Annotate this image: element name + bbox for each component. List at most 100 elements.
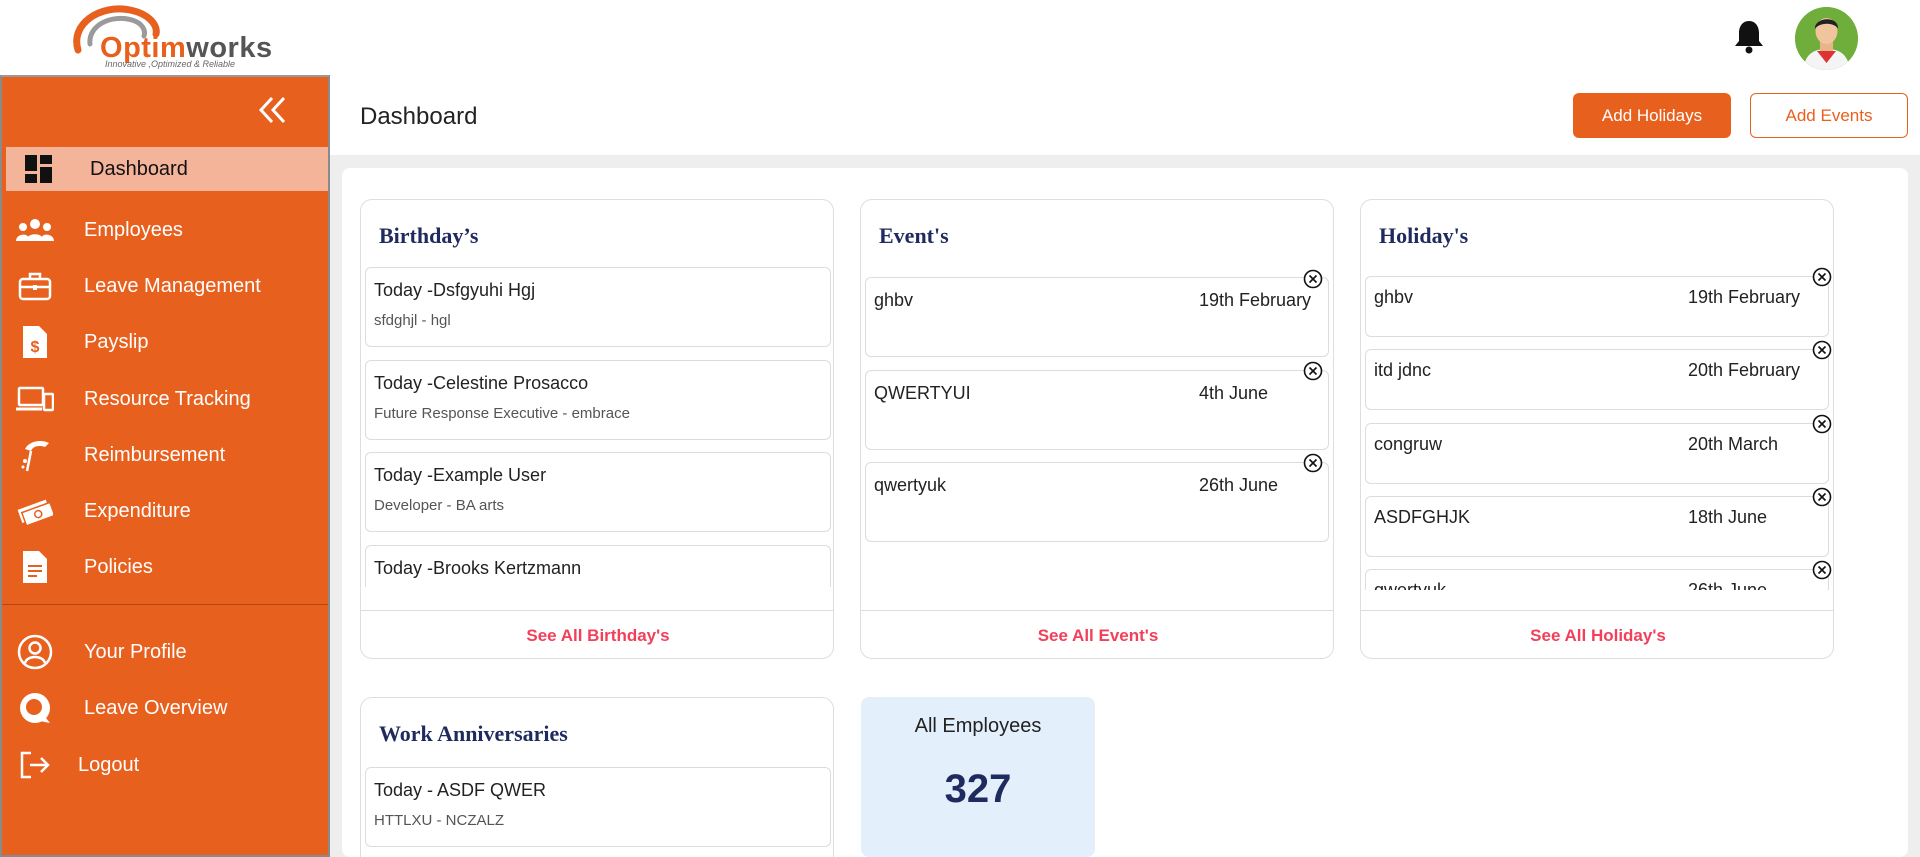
- briefcase-icon: [16, 268, 54, 304]
- birthday-detail: sfdghjl - hgl: [374, 312, 451, 329]
- sidebar-item-leave-management[interactable]: Leave Management: [2, 264, 328, 308]
- sidebar-item-label: Your Profile: [84, 640, 187, 663]
- sidebar-item-label: Expenditure: [84, 499, 191, 522]
- event-name: ghbv: [874, 290, 914, 310]
- sidebar-item-label: Resource Tracking: [84, 387, 251, 410]
- svg-text:$: $: [31, 339, 40, 356]
- add-holidays-button[interactable]: Add Holidays: [1573, 93, 1731, 138]
- anniversary-detail: HTTLXU - NCZALZ: [374, 812, 505, 829]
- list-item[interactable]: congruw 20th March: [1365, 423, 1829, 484]
- user-avatar[interactable]: [1795, 7, 1858, 70]
- holiday-name: qwertyuk: [1374, 580, 1447, 590]
- close-icon[interactable]: [1303, 361, 1323, 381]
- sidebar-item-payslip[interactable]: $ Payslip: [2, 320, 328, 364]
- sidebar-item-leave-overview[interactable]: Leave Overview: [2, 686, 328, 730]
- sidebar-item-policies[interactable]: Policies: [2, 545, 328, 589]
- all-employees-stat[interactable]: All Employees 327: [861, 697, 1095, 857]
- birthdays-footer: See All Birthday's: [361, 610, 833, 658]
- sidebar-item-employees[interactable]: Employees: [2, 208, 328, 252]
- sidebar-item-label: Payslip: [84, 330, 149, 353]
- brand-logo[interactable]: Optimworks Innovative ,Optimized & Relia…: [70, 4, 285, 70]
- list-item[interactable]: Today -Celestine Prosacco Future Respons…: [365, 360, 831, 440]
- see-all-birthdays-link[interactable]: See All Birthday's: [526, 626, 669, 646]
- close-icon[interactable]: [1303, 453, 1323, 473]
- list-item[interactable]: Today - ASDF QWER HTTLXU - NCZALZ: [365, 767, 831, 847]
- work-anniversaries-card: Work Anniversaries Today - ASDF QWER HTT…: [360, 697, 834, 857]
- event-date: 4th June: [1199, 383, 1269, 403]
- sidebar-item-label: Leave Overview: [84, 696, 228, 719]
- holidays-list[interactable]: ghbv 19th February itd jdnc 20th Februar…: [1365, 276, 1831, 590]
- events-card: Event's ghbv 19th February QWERTYUI 4th …: [860, 199, 1334, 659]
- event-date: 26th June: [1199, 475, 1279, 495]
- anniversaries-list[interactable]: Today - ASDF QWER HTTLXU - NCZALZ: [365, 767, 831, 857]
- birthday-name: Today -Example User: [374, 465, 547, 485]
- sidebar-item-reimbursement[interactable]: Reimbursement: [2, 433, 328, 477]
- payslip-icon: $: [16, 324, 54, 360]
- holidays-card: Holiday's ghbv 19th February itd jdnc 20…: [1360, 199, 1834, 659]
- birthday-detail: Developer - BA arts: [374, 497, 505, 514]
- holiday-date: 26th June: [1688, 580, 1768, 590]
- holiday-date: 18th June: [1688, 507, 1768, 527]
- sidebar-item-logout[interactable]: Logout: [2, 743, 328, 787]
- add-events-button[interactable]: Add Events: [1750, 93, 1908, 138]
- sidebar-item-label: Dashboard: [90, 157, 188, 180]
- anniversaries-title: Work Anniversaries: [379, 721, 568, 746]
- holidays-title: Holiday's: [1379, 223, 1469, 248]
- list-item[interactable]: Today -Example User Developer - BA arts: [365, 452, 831, 532]
- see-all-events-link[interactable]: See All Event's: [1038, 626, 1159, 646]
- birthday-name: Today -Dsfgyuhi Hgj: [374, 280, 536, 300]
- list-item[interactable]: qwertyuk 26th June: [865, 462, 1329, 542]
- birthdays-title: Birthday’s: [379, 223, 479, 248]
- list-item[interactable]: QWERTYUI 4th June: [865, 370, 1329, 450]
- close-icon[interactable]: [1812, 487, 1832, 507]
- birthdays-card: Birthday’s Today -Dsfgyuhi Hgj sfdghjl -…: [360, 199, 834, 659]
- anniversary-name: Today - ASDF QWER: [374, 780, 547, 800]
- sidebar-item-resource-tracking[interactable]: Resource Tracking: [2, 377, 328, 421]
- sidebar-item-dashboard[interactable]: Dashboard: [6, 147, 328, 191]
- events-title: Event's: [879, 223, 949, 248]
- all-employees-label: All Employees: [914, 715, 1042, 737]
- logo-tagline: Innovative ,Optimized & Reliable: [105, 59, 236, 69]
- holiday-name: ghbv: [1374, 287, 1414, 307]
- holiday-name: congruw: [1374, 434, 1443, 454]
- reimbursement-icon: [16, 437, 54, 473]
- close-icon[interactable]: [1812, 414, 1832, 434]
- sidebar-item-expenditure[interactable]: Expenditure: [2, 489, 328, 533]
- holiday-date: 20th February: [1688, 360, 1801, 380]
- close-icon[interactable]: [1812, 267, 1832, 287]
- list-item[interactable]: Today -Dsfgyuhi Hgj sfdghjl - hgl: [365, 267, 831, 347]
- sidebar-item-label: Employees: [84, 218, 183, 241]
- list-item[interactable]: itd jdnc 20th February: [1365, 349, 1829, 410]
- event-date: 19th February: [1199, 290, 1312, 310]
- overview-icon: [16, 690, 54, 726]
- sidebar-divider: [2, 604, 328, 605]
- devices-icon: [16, 381, 54, 417]
- close-icon[interactable]: [1812, 560, 1832, 580]
- dashboard-icon: [20, 151, 58, 187]
- page-title: Dashboard: [360, 103, 478, 130]
- list-item[interactable]: ASDFGHJK 18th June: [1365, 496, 1829, 557]
- bell-icon[interactable]: [1733, 18, 1765, 54]
- close-icon[interactable]: [1812, 340, 1832, 360]
- list-item[interactable]: qwertyuk 26th June: [1365, 569, 1829, 590]
- holiday-name: ASDFGHJK: [1374, 507, 1471, 527]
- see-all-holidays-link[interactable]: See All Holiday's: [1530, 626, 1666, 646]
- close-icon[interactable]: [1303, 269, 1323, 289]
- all-employees-count: 327: [944, 767, 1012, 811]
- birthdays-list[interactable]: Today -Dsfgyuhi Hgj sfdghjl - hgl Today …: [365, 267, 831, 587]
- list-item[interactable]: ghbv 19th February: [865, 277, 1329, 357]
- document-icon: [16, 549, 54, 585]
- sidebar: Dashboard Employees Leave Management $ P…: [0, 75, 330, 857]
- sidebar-item-label: Leave Management: [84, 274, 261, 297]
- holiday-date: 19th February: [1688, 287, 1801, 307]
- event-name: qwertyuk: [874, 475, 947, 495]
- sidebar-item-your-profile[interactable]: Your Profile: [2, 630, 328, 674]
- holiday-name: itd jdnc: [1374, 360, 1432, 380]
- list-item[interactable]: ghbv 19th February: [1365, 276, 1829, 337]
- double-chevron-left-icon[interactable]: [256, 93, 290, 127]
- sidebar-item-label: Reimbursement: [84, 443, 226, 466]
- sidebar-item-label: Logout: [78, 753, 140, 776]
- list-item[interactable]: Today -Brooks Kertzmann: [365, 545, 831, 587]
- events-list[interactable]: ghbv 19th February QWERTYUI 4th June qwe…: [865, 277, 1331, 597]
- users-icon: [16, 212, 54, 248]
